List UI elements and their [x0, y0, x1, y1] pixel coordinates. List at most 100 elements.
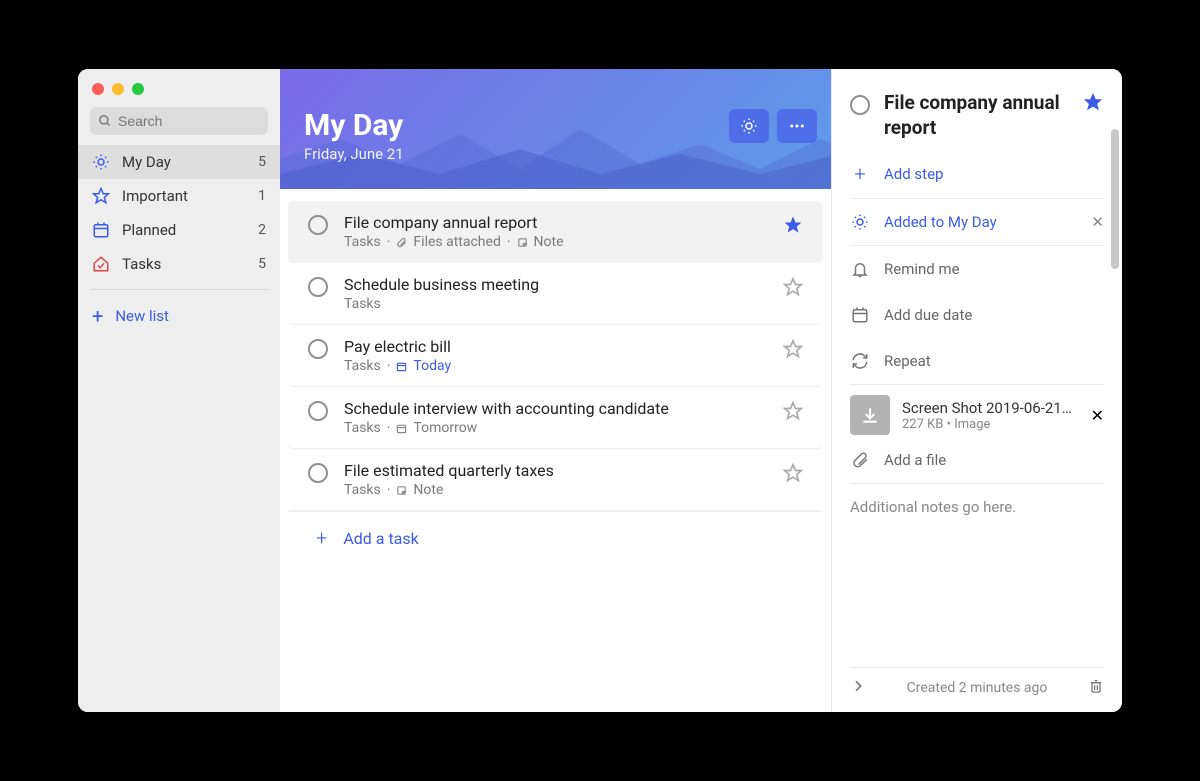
nav-count: 1: [258, 188, 266, 204]
task-body: File company annual report Tasks· Files …: [344, 213, 767, 250]
attachment-icon: [396, 237, 407, 248]
plus-icon: +: [850, 164, 870, 184]
task-row[interactable]: Schedule business meeting Tasks: [288, 263, 823, 325]
bell-icon: [850, 260, 870, 278]
due-label: Add due date: [884, 306, 1104, 324]
added-to-my-day[interactable]: Added to My Day ✕: [850, 199, 1104, 245]
sidebar: My Day 5 Important 1 Planned 2: [78, 69, 280, 712]
calendar-icon: [850, 306, 870, 324]
notes-field[interactable]: Additional notes go here.: [850, 484, 1104, 667]
task-checkbox[interactable]: [308, 401, 328, 421]
star-icon: [92, 187, 110, 205]
plus-icon: +: [92, 306, 103, 326]
repeat-button[interactable]: Repeat: [850, 338, 1104, 384]
add-file-button[interactable]: Add a file: [850, 445, 1104, 483]
remove-attachment-button[interactable]: ✕: [1091, 406, 1104, 425]
download-icon: [850, 395, 890, 435]
task-title: File company annual report: [344, 213, 767, 232]
task-checkbox[interactable]: [308, 215, 328, 235]
nav-planned[interactable]: Planned 2: [78, 213, 280, 247]
my-day-label: Added to My Day: [884, 213, 1077, 231]
nav-count: 2: [258, 222, 266, 238]
header-actions: [729, 109, 817, 143]
detail-checkbox[interactable]: [850, 95, 870, 115]
task-list: File company annual report Tasks· Files …: [280, 189, 831, 712]
task-star-button[interactable]: [783, 339, 803, 359]
nav-list: My Day 5 Important 1 Planned 2: [78, 145, 280, 281]
detail-footer: Created 2 minutes ago: [850, 667, 1104, 698]
nav-important[interactable]: Important 1: [78, 179, 280, 213]
window-controls: [78, 69, 280, 103]
add-step-label: Add step: [884, 165, 1104, 183]
app-window: My Day 5 Important 1 Planned 2: [78, 69, 1122, 712]
task-star-button[interactable]: [783, 463, 803, 483]
task-title: Schedule business meeting: [344, 275, 767, 294]
detail-star-button[interactable]: [1082, 91, 1104, 117]
task-star-button[interactable]: [783, 215, 803, 235]
task-meta: Tasks· Note: [344, 482, 767, 498]
add-file-label: Add a file: [884, 451, 1104, 469]
task-checkbox[interactable]: [308, 339, 328, 359]
maximize-window-button[interactable]: [132, 83, 144, 95]
task-row[interactable]: Schedule interview with accounting candi…: [288, 387, 823, 449]
paperclip-icon: [850, 451, 870, 469]
search-icon: [98, 114, 112, 128]
suggestions-button[interactable]: [729, 109, 769, 143]
scrollbar-thumb[interactable]: [1111, 129, 1119, 269]
attachment-name: Screen Shot 2019-06-21…: [902, 399, 1079, 417]
remind-me-button[interactable]: Remind me: [850, 246, 1104, 292]
task-body: Schedule interview with accounting candi…: [344, 399, 767, 436]
search-input[interactable]: [118, 113, 260, 129]
calendar-icon: [396, 361, 407, 372]
attachment-row[interactable]: Screen Shot 2019-06-21… 227 KB • Image ✕: [850, 385, 1104, 445]
task-title: File estimated quarterly taxes: [344, 461, 767, 480]
task-meta: Tasks· Files attached· Note: [344, 234, 767, 250]
calendar-icon: [396, 423, 407, 434]
list-date: Friday, June 21: [304, 145, 807, 163]
add-task-button[interactable]: + Add a task: [288, 511, 823, 564]
created-label: Created 2 minutes ago: [866, 680, 1088, 696]
task-row[interactable]: File company annual report Tasks· Files …: [288, 201, 823, 263]
delete-task-button[interactable]: [1088, 678, 1104, 698]
task-star-button[interactable]: [783, 277, 803, 297]
main-pane: My Day Friday, June 21 File company annu…: [280, 69, 832, 712]
repeat-label: Repeat: [884, 352, 1104, 370]
nav-label: Planned: [122, 221, 246, 239]
new-list-label: New list: [115, 307, 169, 325]
nav-count: 5: [258, 154, 266, 170]
search-field[interactable]: [90, 107, 268, 135]
add-due-date-button[interactable]: Add due date: [850, 292, 1104, 338]
add-step-button[interactable]: + Add step: [850, 150, 1104, 198]
calendar-icon: [92, 221, 110, 239]
sun-icon: [850, 213, 870, 231]
attachment-meta: 227 KB • Image: [902, 417, 1079, 432]
nav-tasks[interactable]: Tasks 5: [78, 247, 280, 281]
task-body: File estimated quarterly taxes Tasks· No…: [344, 461, 767, 498]
close-window-button[interactable]: [92, 83, 104, 95]
sun-icon: [92, 153, 110, 171]
task-body: Schedule business meeting Tasks: [344, 275, 767, 312]
task-checkbox[interactable]: [308, 463, 328, 483]
more-options-button[interactable]: [777, 109, 817, 143]
home-icon: [92, 255, 110, 273]
add-task-label: Add a task: [343, 529, 418, 548]
remove-my-day-button[interactable]: ✕: [1091, 213, 1104, 231]
nav-my-day[interactable]: My Day 5: [78, 145, 280, 179]
task-checkbox[interactable]: [308, 277, 328, 297]
list-header: My Day Friday, June 21: [280, 69, 831, 189]
task-row[interactable]: Pay electric bill Tasks· Today: [288, 325, 823, 387]
task-meta: Tasks· Tomorrow: [344, 420, 767, 436]
task-meta: Tasks· Today: [344, 358, 767, 374]
hide-detail-button[interactable]: [850, 678, 866, 698]
detail-title[interactable]: File company annual report: [884, 91, 1068, 140]
task-star-button[interactable]: [783, 401, 803, 421]
minimize-window-button[interactable]: [112, 83, 124, 95]
task-title: Pay electric bill: [344, 337, 767, 356]
new-list-button[interactable]: + New list: [78, 298, 280, 334]
attachment-info: Screen Shot 2019-06-21… 227 KB • Image: [902, 399, 1079, 432]
remind-label: Remind me: [884, 260, 1104, 278]
nav-label: My Day: [122, 153, 246, 171]
task-row[interactable]: File estimated quarterly taxes Tasks· No…: [288, 449, 823, 511]
sidebar-divider: [90, 289, 268, 290]
plus-icon: +: [316, 528, 327, 548]
